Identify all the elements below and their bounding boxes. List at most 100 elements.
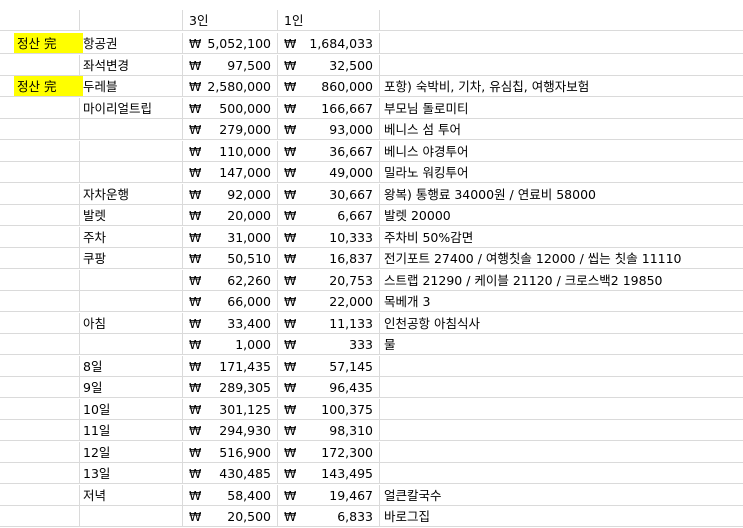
note-cell[interactable]: 스트랩 21290 / 케이블 21120 / 크로스백2 19850 — [380, 270, 743, 291]
amount-3-people-cell[interactable]: ₩20,000 — [183, 205, 278, 226]
amount-1-person-cell[interactable]: ₩98,310 — [278, 420, 380, 441]
amount-1-person-cell[interactable]: ₩36,667 — [278, 140, 380, 162]
header-cell-category[interactable] — [80, 10, 183, 31]
category-cell[interactable] — [80, 269, 183, 291]
note-cell[interactable] — [380, 399, 743, 420]
note-cell[interactable]: 얼큰칼국수 — [380, 485, 743, 506]
note-cell[interactable]: 베니스 야경투어 — [380, 141, 743, 162]
note-cell[interactable] — [380, 356, 743, 377]
amount-1-person-cell[interactable]: ₩57,145 — [278, 355, 380, 377]
status-cell[interactable] — [0, 119, 80, 140]
amount-1-person-cell[interactable]: ₩96,435 — [278, 377, 380, 398]
category-cell[interactable]: 아침 — [80, 312, 183, 334]
status-cell[interactable] — [0, 140, 80, 162]
note-cell[interactable]: 부모님 돌로미티 — [380, 98, 743, 119]
note-cell[interactable]: 베니스 섬 투어 — [380, 119, 743, 140]
status-cell[interactable] — [0, 162, 80, 183]
amount-3-people-cell[interactable]: ₩66,000 — [183, 291, 278, 312]
note-cell[interactable]: 밀라노 워킹투어 — [380, 162, 743, 183]
status-cell[interactable] — [0, 463, 80, 484]
note-cell[interactable]: 전기포트 27400 / 여행칫솔 12000 / 씹는 칫솔 11110 — [380, 248, 743, 269]
amount-3-people-cell[interactable]: ₩294,930 — [183, 420, 278, 441]
category-cell[interactable]: 주차 — [80, 226, 183, 248]
category-cell[interactable]: 발렛 — [80, 205, 183, 226]
status-cell[interactable] — [0, 420, 80, 441]
category-cell[interactable] — [80, 162, 183, 183]
amount-1-person-cell[interactable]: ₩22,000 — [278, 291, 380, 312]
status-cell[interactable] — [0, 484, 80, 506]
amount-3-people-cell[interactable]: ₩500,000 — [183, 97, 278, 119]
status-cell[interactable] — [0, 398, 80, 420]
status-cell[interactable] — [0, 291, 80, 312]
note-cell[interactable] — [380, 420, 743, 441]
amount-3-people-cell[interactable]: ₩58,400 — [183, 484, 278, 506]
amount-3-people-cell[interactable]: ₩516,900 — [183, 441, 278, 463]
amount-1-person-cell[interactable]: ₩30,667 — [278, 183, 380, 205]
amount-3-people-cell[interactable]: ₩430,485 — [183, 463, 278, 484]
note-cell[interactable]: 물 — [380, 334, 743, 355]
amount-1-person-cell[interactable]: ₩20,753 — [278, 269, 380, 291]
note-cell[interactable]: 발렛 20000 — [380, 205, 743, 226]
status-cell[interactable] — [0, 355, 80, 377]
status-cell[interactable] — [0, 441, 80, 463]
amount-3-people-cell[interactable]: ₩33,400 — [183, 312, 278, 334]
amount-1-person-cell[interactable]: ₩11,133 — [278, 312, 380, 334]
amount-3-people-cell[interactable]: ₩5,052,100 — [183, 33, 278, 54]
note-cell[interactable] — [380, 377, 743, 398]
category-cell[interactable]: 9일 — [80, 377, 183, 398]
amount-1-person-cell[interactable]: ₩860,000 — [278, 76, 380, 97]
category-cell[interactable]: 11일 — [80, 420, 183, 441]
category-cell[interactable] — [80, 119, 183, 140]
status-cell[interactable] — [0, 97, 80, 119]
header-3-people[interactable]: 3인 — [183, 10, 278, 31]
status-cell[interactable] — [0, 183, 80, 205]
status-cell[interactable]: 정산 完 — [0, 33, 83, 54]
amount-1-person-cell[interactable]: ₩6,667 — [278, 205, 380, 226]
amount-1-person-cell[interactable]: ₩143,495 — [278, 463, 380, 484]
amount-3-people-cell[interactable]: ₩171,435 — [183, 355, 278, 377]
category-cell[interactable]: 8일 — [80, 355, 183, 377]
category-cell[interactable]: 마이리얼트립 — [80, 97, 183, 119]
category-cell[interactable] — [80, 506, 183, 527]
amount-3-people-cell[interactable]: ₩2,580,000 — [183, 76, 278, 97]
amount-3-people-cell[interactable]: ₩97,500 — [183, 54, 278, 76]
amount-3-people-cell[interactable]: ₩20,500 — [183, 506, 278, 527]
note-cell[interactable] — [380, 463, 743, 484]
status-cell[interactable] — [0, 506, 80, 527]
amount-3-people-cell[interactable]: ₩110,000 — [183, 140, 278, 162]
amount-3-people-cell[interactable]: ₩289,305 — [183, 377, 278, 398]
category-cell[interactable]: 13일 — [80, 463, 183, 484]
status-cell[interactable] — [0, 312, 80, 334]
note-cell[interactable]: 목베개 3 — [380, 291, 743, 312]
status-cell[interactable] — [0, 54, 80, 76]
amount-1-person-cell[interactable]: ₩10,333 — [278, 226, 380, 248]
status-cell[interactable] — [0, 226, 80, 248]
status-cell[interactable] — [0, 205, 80, 226]
note-cell[interactable]: 주차비 50%감면 — [380, 227, 743, 248]
note-cell[interactable]: 왕복) 통행료 34000원 / 연료비 58000 — [380, 184, 743, 205]
amount-3-people-cell[interactable]: ₩147,000 — [183, 162, 278, 183]
amount-3-people-cell[interactable]: ₩301,125 — [183, 398, 278, 420]
category-cell[interactable]: 저녁 — [80, 484, 183, 506]
amount-1-person-cell[interactable]: ₩93,000 — [278, 119, 380, 140]
status-cell[interactable]: 정산 完 — [0, 76, 83, 97]
amount-1-person-cell[interactable]: ₩166,667 — [278, 97, 380, 119]
status-cell[interactable] — [0, 269, 80, 291]
category-cell[interactable]: 자차운행 — [80, 183, 183, 205]
category-cell[interactable] — [80, 291, 183, 312]
status-cell[interactable] — [0, 334, 80, 355]
note-cell[interactable] — [380, 55, 743, 76]
amount-1-person-cell[interactable]: ₩19,467 — [278, 484, 380, 506]
amount-1-person-cell[interactable]: ₩32,500 — [278, 54, 380, 76]
amount-1-person-cell[interactable]: ₩1,684,033 — [278, 33, 380, 54]
category-cell[interactable]: 10일 — [80, 398, 183, 420]
amount-3-people-cell[interactable]: ₩50,510 — [183, 248, 278, 269]
header-1-person[interactable]: 1인 — [278, 10, 380, 31]
amount-1-person-cell[interactable]: ₩49,000 — [278, 162, 380, 183]
header-cell-status[interactable] — [0, 10, 80, 31]
category-cell[interactable]: 쿠팡 — [80, 248, 183, 269]
category-cell[interactable] — [80, 140, 183, 162]
amount-1-person-cell[interactable]: ₩16,837 — [278, 248, 380, 269]
note-cell[interactable]: 인천공항 아침식사 — [380, 313, 743, 334]
note-cell[interactable]: 바로그집 — [380, 506, 743, 527]
